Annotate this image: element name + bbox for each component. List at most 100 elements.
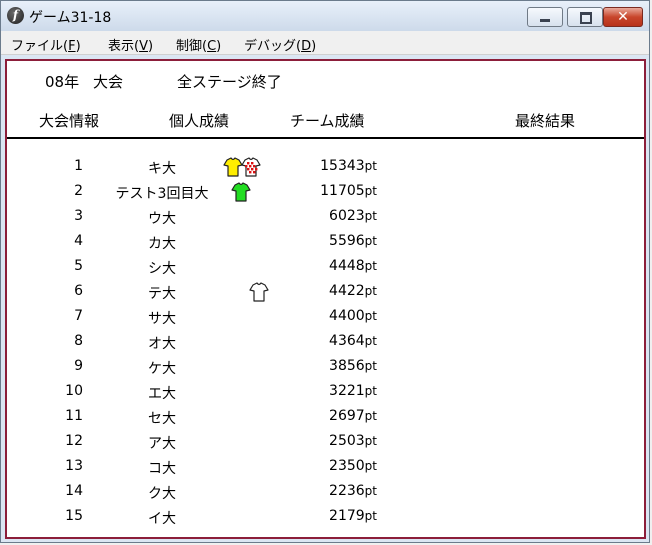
standings-row: 13 コ大 2350pt [7, 455, 644, 479]
rank-cell: 12 [65, 433, 83, 449]
team-name-cell: ウ大 [148, 211, 176, 227]
team-name-cell: コ大 [148, 461, 176, 477]
menu-bar: ファイル(F) 表示(V) 制御(C) デバッグ(D) [1, 31, 649, 55]
menu-file[interactable]: ファイル(F) [11, 35, 81, 54]
score-unit: pt [364, 434, 377, 448]
rank-cell: 10 [65, 383, 83, 399]
menu-view-label: 表示( [108, 39, 140, 54]
rank-cell: 15 [65, 508, 83, 524]
score-value: 2350 [329, 458, 365, 474]
app-window: f ゲーム31-18 ✕ ファイル(F) 表示(V) 制御(C) デバッグ(D)… [0, 0, 650, 543]
standings-row: 15 イ大 2179pt [7, 505, 644, 529]
score-unit: pt [364, 359, 377, 373]
score-value: 3221 [329, 383, 365, 399]
close-icon: ✕ [617, 9, 629, 25]
menu-control[interactable]: 制御(C) [176, 35, 221, 54]
score-unit: pt [364, 309, 377, 323]
title-bar[interactable]: f ゲーム31-18 ✕ [1, 1, 649, 31]
score-value: 4422 [329, 283, 365, 299]
standings-row: 14 ク大 2236pt [7, 480, 644, 504]
score-unit: pt [364, 459, 377, 473]
score-cell: 3856pt [277, 358, 377, 374]
score-cell: 2236pt [277, 483, 377, 499]
team-name-cell: セ大 [148, 411, 176, 427]
menu-debug-label: デバッグ( [244, 39, 302, 54]
score-value: 4364 [329, 333, 365, 349]
score-unit: pt [364, 209, 377, 223]
standings-row: 7 サ大 4400pt [7, 305, 644, 329]
team-name-cell: テ大 [148, 286, 176, 302]
rank-cell: 3 [74, 208, 83, 224]
menu-debug[interactable]: デバッグ(D) [244, 35, 316, 54]
standings-row: 9 ケ大 3856pt [7, 355, 644, 379]
team-name-cell: サ大 [148, 311, 176, 327]
team-name-cell: キ大 [148, 161, 176, 177]
menu-control-label: 制御( [176, 39, 208, 54]
window-title: ゲーム31-18 [29, 10, 112, 26]
score-unit: pt [364, 509, 377, 523]
minimize-icon [540, 19, 550, 22]
rank-cell: 4 [74, 233, 83, 249]
score-cell: 4448pt [277, 258, 377, 274]
score-value: 15343 [320, 158, 365, 174]
menu-control-accel: C [207, 39, 217, 54]
team-name-cell: オ大 [148, 336, 176, 352]
flash-app-icon: f [7, 7, 24, 24]
score-unit: pt [364, 384, 377, 398]
menu-view[interactable]: 表示(V) [108, 35, 153, 54]
score-unit: pt [364, 484, 377, 498]
menu-view-accel: V [139, 39, 148, 54]
score-cell: 15343pt [277, 158, 377, 174]
score-cell: 2179pt [277, 508, 377, 524]
score-cell: 2697pt [277, 408, 377, 424]
score-cell: 5596pt [277, 233, 377, 249]
event-label: 大会 [93, 73, 124, 91]
score-unit: pt [364, 259, 377, 273]
team-name-cell: イ大 [148, 511, 176, 527]
minimize-button[interactable] [527, 7, 563, 27]
close-button[interactable]: ✕ [603, 7, 643, 27]
maximize-button[interactable] [567, 7, 603, 27]
tab-final-results[interactable]: 最終結果 [515, 110, 575, 131]
rank-cell: 14 [65, 483, 83, 499]
score-value: 4400 [329, 308, 365, 324]
team-name-cell: ア大 [148, 436, 176, 452]
score-cell: 3221pt [277, 383, 377, 399]
standings-row: 11 セ大 2697pt [7, 405, 644, 429]
rank-cell: 6 [74, 283, 83, 299]
tab-individual-results[interactable]: 個人成績 [169, 110, 229, 131]
standings-row: 8 オ大 4364pt [7, 330, 644, 354]
standings-row: 12 ア大 2503pt [7, 430, 644, 454]
menu-debug-close: ) [311, 39, 317, 54]
score-cell: 4364pt [277, 333, 377, 349]
score-cell: 4400pt [277, 308, 377, 324]
tab-tournament-info[interactable]: 大会情報 [39, 110, 99, 131]
score-value: 2697 [329, 408, 365, 424]
team-name-cell: カ大 [148, 236, 176, 252]
score-unit: pt [364, 334, 377, 348]
score-unit: pt [364, 184, 377, 198]
standings-row: 1 キ大 15343pt [7, 155, 644, 179]
score-value: 5596 [329, 233, 365, 249]
score-value: 2179 [329, 508, 365, 524]
score-unit: pt [364, 159, 377, 173]
tab-team-results[interactable]: チーム成績 [290, 110, 365, 131]
rank-cell: 13 [65, 458, 83, 474]
header-divider [7, 137, 644, 139]
rank-cell: 7 [74, 308, 83, 324]
score-value: 2503 [329, 433, 365, 449]
maximize-icon [580, 12, 592, 24]
score-cell: 6023pt [277, 208, 377, 224]
standings-row: 4 カ大 5596pt [7, 230, 644, 254]
score-value: 6023 [329, 208, 365, 224]
score-value: 2236 [329, 483, 365, 499]
yellow-jersey-icon [223, 157, 243, 177]
rank-cell: 8 [74, 333, 83, 349]
score-value: 3856 [329, 358, 365, 374]
standings-row: 10 エ大 3221pt [7, 380, 644, 404]
score-cell: 4422pt [277, 283, 377, 299]
menu-control-close: ) [216, 39, 222, 54]
menu-file-label: ファイル( [11, 39, 69, 54]
menu-view-close: ) [147, 39, 154, 54]
green-jersey-icon [231, 182, 251, 202]
